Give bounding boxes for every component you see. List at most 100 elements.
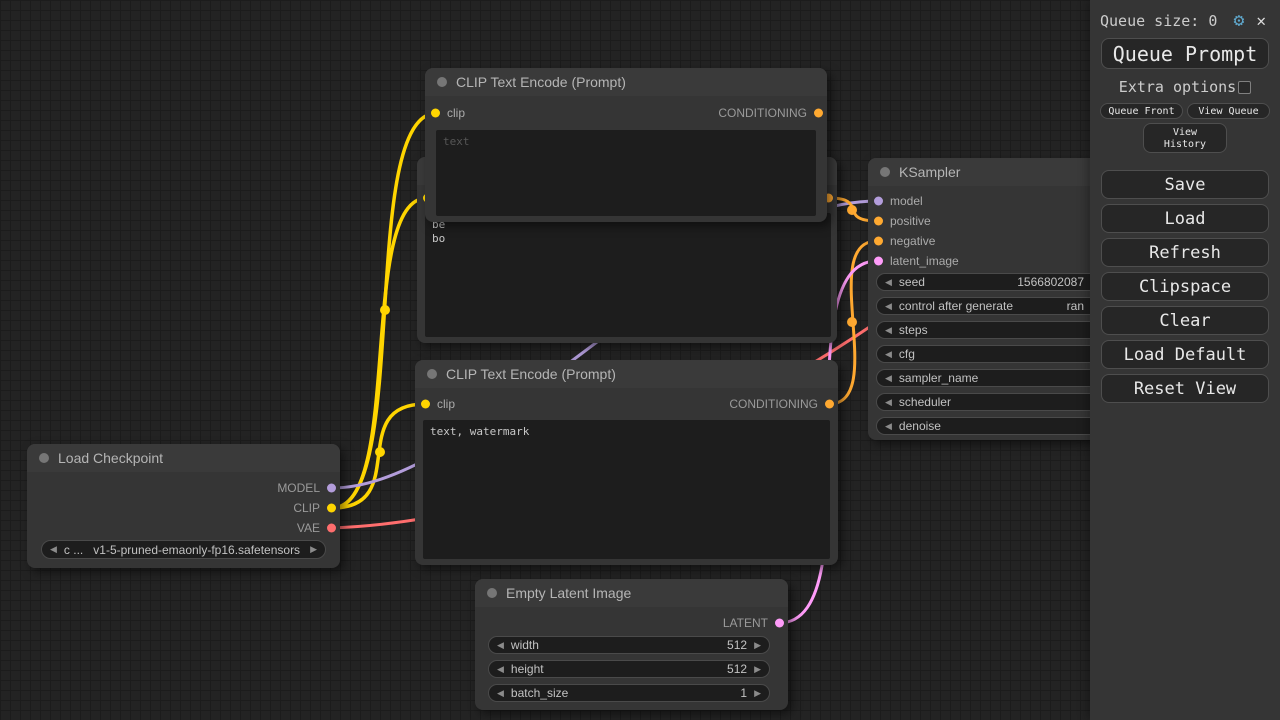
clip-input-port[interactable] xyxy=(421,400,430,409)
batch-size-widget[interactable]: ◀ batch_size 1 ▶ xyxy=(488,684,770,702)
node-collapse-dot[interactable] xyxy=(880,167,890,177)
node-title-bar[interactable]: CLIP Text Encode (Prompt) xyxy=(415,360,838,388)
node-clip-text-encode-top[interactable]: CLIP Text Encode (Prompt) clip CONDITION… xyxy=(425,68,827,222)
port-label: negative xyxy=(890,234,935,248)
ckpt-name-combo[interactable]: ◀ c ... v1-5-pruned-emaonly-fp16.safeten… xyxy=(41,540,326,559)
view-history-button[interactable]: View History xyxy=(1143,123,1227,153)
refresh-button[interactable]: Refresh xyxy=(1101,238,1269,267)
port-label: VAE xyxy=(297,521,320,535)
save-button[interactable]: Save xyxy=(1101,170,1269,199)
decrement-arrow-icon[interactable]: ◀ xyxy=(885,302,892,311)
sampler-name-widget[interactable]: ◀ sampler_name xyxy=(876,369,1100,387)
widget-value: ran xyxy=(1013,299,1084,313)
node-title-bar[interactable]: CLIP Text Encode (Prompt) xyxy=(425,68,827,96)
denoise-widget[interactable]: ◀ denoise xyxy=(876,417,1100,435)
node-empty-latent-image[interactable]: Empty Latent Image LATENT ◀ width 512 ▶ … xyxy=(475,579,788,710)
conditioning-output-port[interactable] xyxy=(814,109,823,118)
extra-options-checkbox[interactable] xyxy=(1238,81,1251,94)
increment-arrow-icon[interactable]: ▶ xyxy=(754,641,761,650)
port-label: LATENT xyxy=(723,616,768,630)
view-history-label: View History xyxy=(1159,127,1211,151)
prompt-textarea[interactable]: text xyxy=(436,130,816,216)
wire-midpoint-dot xyxy=(847,205,857,215)
control-after-generate-widget[interactable]: ◀ control after generate ran xyxy=(876,297,1100,315)
increment-arrow-icon[interactable]: ▶ xyxy=(754,665,761,674)
combo-value: v1-5-pruned-emaonly-fp16.safetensors xyxy=(83,543,310,557)
port-label: clip xyxy=(437,397,455,411)
combo-label: c ... xyxy=(64,543,83,557)
node-collapse-dot[interactable] xyxy=(487,588,497,598)
load-default-button[interactable]: Load Default xyxy=(1101,340,1269,369)
node-title: CLIP Text Encode (Prompt) xyxy=(456,74,626,90)
positive-input-port[interactable] xyxy=(874,217,883,226)
wire-midpoint-dot xyxy=(375,447,385,457)
extra-options-label: Extra options xyxy=(1119,78,1236,96)
node-collapse-dot[interactable] xyxy=(39,453,49,463)
model-input-port[interactable] xyxy=(874,197,883,206)
prompt-textarea[interactable]: text, watermark xyxy=(423,420,830,559)
decrement-arrow-icon[interactable]: ◀ xyxy=(885,350,892,359)
node-title-bar[interactable]: Empty Latent Image xyxy=(475,579,788,607)
node-ksampler[interactable]: KSampler model positive negative latent_… xyxy=(868,158,1108,440)
decrement-arrow-icon[interactable]: ◀ xyxy=(885,278,892,287)
comfy-menu: Queue size: 0 ⚙ ✕ Queue Prompt Extra opt… xyxy=(1090,0,1280,720)
vae-output-port[interactable] xyxy=(327,524,336,533)
comfyui-app: { "menu": { "queue_size": "Queue size: 0… xyxy=(0,0,1280,720)
latent-image-input-port[interactable] xyxy=(874,257,883,266)
node-title-bar[interactable]: KSampler xyxy=(868,158,1108,186)
conditioning-output-port[interactable] xyxy=(825,400,834,409)
port-label: MODEL xyxy=(277,481,320,495)
seed-widget[interactable]: ◀ seed 1566802087 xyxy=(876,273,1100,291)
node-title-bar[interactable]: Load Checkpoint xyxy=(27,444,340,472)
widget-label: scheduler xyxy=(899,395,951,409)
cfg-widget[interactable]: ◀ cfg xyxy=(876,345,1100,363)
clear-button[interactable]: Clear xyxy=(1101,306,1269,335)
widget-label: seed xyxy=(899,275,925,289)
prompt-text-line: bo xyxy=(432,232,445,245)
scheduler-widget[interactable]: ◀ scheduler xyxy=(876,393,1100,411)
width-widget[interactable]: ◀ width 512 ▶ xyxy=(488,636,770,654)
view-queue-button[interactable]: View Queue xyxy=(1187,103,1270,119)
steps-widget[interactable]: ◀ steps xyxy=(876,321,1100,339)
widget-label: control after generate xyxy=(899,299,1013,313)
load-button[interactable]: Load xyxy=(1101,204,1269,233)
next-option-arrow-icon[interactable]: ▶ xyxy=(310,545,317,554)
widget-label: steps xyxy=(899,323,928,337)
decrement-arrow-icon[interactable]: ◀ xyxy=(885,398,892,407)
clipspace-button[interactable]: Clipspace xyxy=(1101,272,1269,301)
node-title: Empty Latent Image xyxy=(506,585,631,601)
port-label: CONDITIONING xyxy=(729,397,818,411)
node-title: Load Checkpoint xyxy=(58,450,163,466)
queue-front-button[interactable]: Queue Front xyxy=(1100,103,1183,119)
decrement-arrow-icon[interactable]: ◀ xyxy=(497,641,504,650)
port-label: clip xyxy=(447,106,465,120)
port-label: CLIP xyxy=(293,501,320,515)
negative-input-port[interactable] xyxy=(874,237,883,246)
widget-value: 512 xyxy=(544,662,747,676)
clip-output-port[interactable] xyxy=(327,504,336,513)
node-clip-text-encode-negative[interactable]: CLIP Text Encode (Prompt) clip CONDITION… xyxy=(415,360,838,565)
textarea-placeholder: text xyxy=(443,135,470,148)
close-icon[interactable]: ✕ xyxy=(1256,11,1266,30)
decrement-arrow-icon[interactable]: ◀ xyxy=(885,326,892,335)
height-widget[interactable]: ◀ height 512 ▶ xyxy=(488,660,770,678)
port-label: model xyxy=(890,194,923,208)
queue-prompt-button[interactable]: Queue Prompt xyxy=(1101,38,1269,69)
latent-output-port[interactable] xyxy=(775,619,784,628)
clip-input-port[interactable] xyxy=(431,109,440,118)
settings-gear-icon[interactable]: ⚙ xyxy=(1234,10,1245,31)
widget-label: width xyxy=(511,638,539,652)
node-collapse-dot[interactable] xyxy=(437,77,447,87)
decrement-arrow-icon[interactable]: ◀ xyxy=(497,665,504,674)
reset-view-button[interactable]: Reset View xyxy=(1101,374,1269,403)
model-output-port[interactable] xyxy=(327,484,336,493)
node-collapse-dot[interactable] xyxy=(427,369,437,379)
prev-option-arrow-icon[interactable]: ◀ xyxy=(50,545,57,554)
widget-label: cfg xyxy=(899,347,915,361)
decrement-arrow-icon[interactable]: ◀ xyxy=(497,689,504,698)
prompt-textarea[interactable]: be bo xyxy=(425,213,831,337)
decrement-arrow-icon[interactable]: ◀ xyxy=(885,422,892,431)
node-load-checkpoint[interactable]: Load Checkpoint MODEL CLIP VAE ◀ c ... v… xyxy=(27,444,340,568)
decrement-arrow-icon[interactable]: ◀ xyxy=(885,374,892,383)
increment-arrow-icon[interactable]: ▶ xyxy=(754,689,761,698)
